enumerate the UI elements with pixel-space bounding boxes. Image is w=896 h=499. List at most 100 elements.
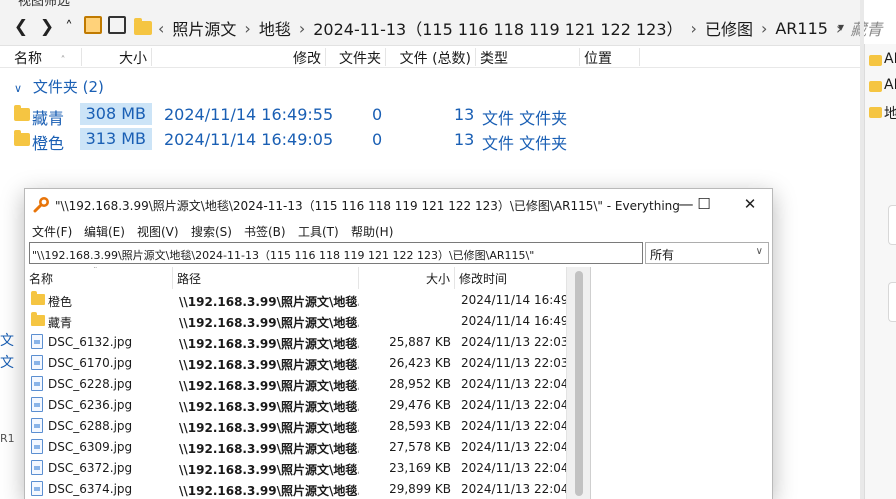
file-result-row[interactable]: DSC_6309.jpg \\192.168.3.99\照片源文\地毯... 27,… xyxy=(25,436,569,457)
close-icon[interactable]: ✕ xyxy=(735,193,765,215)
menu-help[interactable]: 帮助(H) xyxy=(351,223,393,240)
breadcrumb-item[interactable]: AR115 xyxy=(775,19,828,38)
side-card[interactable] xyxy=(888,205,896,245)
result-path: \\192.168.3.99\照片源文\地毯... xyxy=(179,316,359,330)
result-path: \\192.168.3.99\照片源文\地毯... xyxy=(179,421,359,435)
col-name[interactable]: 名称 ˄ xyxy=(25,267,173,289)
results-header: 名称 ˄ 路径 大小 修改时间 xyxy=(25,267,566,289)
scrollbar-thumb[interactable] xyxy=(575,271,583,496)
file-result-row[interactable]: DSC_6228.jpg \\192.168.3.99\照片源文\地毯... 28,… xyxy=(25,373,569,394)
folder-row[interactable]: 橙色 313 MB 2024/11/14 16:49:05 0 13 文件 文件… xyxy=(0,128,600,153)
folder-icon xyxy=(14,105,30,121)
breadcrumb-item[interactable]: 已修图 xyxy=(705,16,753,40)
result-name: DSC_6288.jpg xyxy=(48,419,133,433)
col-modified[interactable]: 修改 xyxy=(152,48,326,67)
result-path: \\192.168.3.99\照片源文\地毯... xyxy=(179,463,359,477)
image-file-icon xyxy=(31,355,43,370)
result-name: DSC_6374.jpg xyxy=(48,482,133,496)
search-input[interactable]: "\\192.168.3.99\照片源文\地毯\2024-11-13（115 1… xyxy=(29,242,643,264)
menu-search[interactable]: 搜索(S) xyxy=(191,223,232,240)
result-name: DSC_6228.jpg xyxy=(48,377,133,391)
right-pane-item-label: AR xyxy=(884,51,896,67)
breadcrumb-item[interactable]: 2024-11-13（115 116 118 119 121 122 123） xyxy=(313,16,682,40)
menu-edit[interactable]: 编辑(E) xyxy=(84,223,125,240)
folder-result-row[interactable]: 橙色 \\192.168.3.99\照片源文\地毯... 2024/11/14 16… xyxy=(25,289,569,310)
result-date: 2024/11/13 22:04 xyxy=(461,398,569,412)
column-header: 名称 ˄ 大小 修改 文件夹 文件 (总数) 类型 位置 xyxy=(0,46,860,68)
breadcrumb-separator-icon: › xyxy=(760,18,768,38)
new-tab-icon[interactable] xyxy=(108,16,126,34)
image-file-icon xyxy=(31,439,43,454)
file-result-row[interactable]: DSC_6236.jpg \\192.168.3.99\照片源文\地毯... 29,… xyxy=(25,394,569,415)
right-pane-item[interactable]: 地 xyxy=(867,102,896,124)
result-path: \\192.168.3.99\照片源文\地毯... xyxy=(179,484,359,498)
preview-pane-icon[interactable] xyxy=(84,16,102,34)
result-name: 橙色 xyxy=(48,295,73,309)
right-pane-item-label: 地 xyxy=(884,106,896,122)
right-pane-item[interactable]: AR xyxy=(867,76,896,98)
image-file-icon xyxy=(31,334,43,349)
file-result-row[interactable]: DSC_6288.jpg \\192.168.3.99\照片源文\地毯... 28,… xyxy=(25,415,569,436)
file-result-row[interactable]: DSC_6372.jpg \\192.168.3.99\照片源文\地毯... 23,… xyxy=(25,457,569,478)
col-modified[interactable]: 修改时间 xyxy=(455,267,566,289)
col-size[interactable]: 大小 xyxy=(82,48,152,67)
result-name: DSC_6372.jpg xyxy=(48,461,133,475)
row-size: 313 MB xyxy=(80,128,152,150)
col-location[interactable]: 位置 xyxy=(580,48,640,67)
top-strip-label: 视图筛选 xyxy=(18,0,71,8)
result-size: 28,593 KB xyxy=(389,419,451,433)
side-card[interactable] xyxy=(888,282,896,322)
file-result-row[interactable]: DSC_6374.jpg \\192.168.3.99\照片源文\地毯... 29,… xyxy=(25,478,569,499)
result-date: 2024/11/13 22:04 xyxy=(461,440,569,454)
results-scrollbar[interactable] xyxy=(566,267,590,499)
result-date: 2024/11/14 16:49 xyxy=(461,314,569,328)
up-icon[interactable]: ˄ xyxy=(58,15,80,39)
result-path: \\192.168.3.99\照片源文\地毯... xyxy=(179,400,359,414)
results-list: 名称 ˄ 路径 大小 修改时间 橙色 \\192.168.3.99\照片源文\地毯… xyxy=(25,267,590,499)
menu-tools[interactable]: 工具(T) xyxy=(298,223,339,240)
menu-bookmarks[interactable]: 书签(B) xyxy=(244,223,286,240)
col-size[interactable]: 大小 xyxy=(359,267,455,289)
breadcrumb-back-icon[interactable]: ‹ xyxy=(158,19,164,38)
row-folder-count: 0 xyxy=(372,130,383,149)
result-name: 藏青 xyxy=(48,316,73,330)
result-name: DSC_6132.jpg xyxy=(48,335,133,349)
file-result-row[interactable]: DSC_6170.jpg \\192.168.3.99\照片源文\地毯... 26,… xyxy=(25,352,569,373)
col-folders[interactable]: 文件夹 xyxy=(326,48,386,67)
folder-icon xyxy=(134,18,152,35)
folder-icon xyxy=(31,312,45,326)
col-path[interactable]: 路径 xyxy=(173,267,359,289)
group-header[interactable]: ∨ 文件夹 (2) xyxy=(14,76,104,97)
title-bar[interactable]: "\\192.168.3.99\照片源文\地毯\2024-11-13（115 1… xyxy=(25,189,772,219)
forward-icon[interactable]: ❯ xyxy=(36,15,58,39)
file-result-row[interactable]: DSC_6132.jpg \\192.168.3.99\照片源文\地毯... 25,… xyxy=(25,331,569,352)
menu-view[interactable]: 视图(V) xyxy=(137,223,179,240)
breadcrumb-item[interactable]: 地毯 xyxy=(259,16,291,40)
breadcrumb-item[interactable]: 照片源文 xyxy=(172,16,236,40)
result-name: DSC_6236.jpg xyxy=(48,398,133,412)
breadcrumb: ‹ 照片源文 › 地毯 › 2024-11-13（115 116 118 119… xyxy=(134,17,882,39)
menu-file[interactable]: 文件(F) xyxy=(32,223,72,240)
right-pane-item[interactable]: AR xyxy=(867,50,896,72)
maximize-icon[interactable]: ☐ xyxy=(689,193,719,215)
col-files-total[interactable]: 文件 (总数) xyxy=(386,48,476,67)
row-size: 308 MB xyxy=(80,103,152,125)
chevron-down-icon: ∨ xyxy=(755,246,763,257)
filter-select[interactable]: 所有 ∨ xyxy=(645,242,769,264)
row-type: 文件 文件夹 xyxy=(482,109,568,128)
folder-row[interactable]: 藏青 308 MB 2024/11/14 16:49:55 0 13 文件 文件… xyxy=(0,103,600,128)
result-path: \\192.168.3.99\照片源文\地毯... xyxy=(179,442,359,456)
col-name-label: 名称 xyxy=(29,272,54,286)
result-path: \\192.168.3.99\照片源文\地毯... xyxy=(179,295,359,309)
back-icon[interactable]: ❮ xyxy=(10,15,32,39)
result-size: 26,423 KB xyxy=(389,356,451,370)
result-size: 29,899 KB xyxy=(389,482,451,496)
col-type[interactable]: 类型 xyxy=(476,48,580,67)
sort-up-icon: ˄ xyxy=(60,55,66,66)
explorer-top-strip: 视图筛选 xyxy=(0,0,860,8)
breadcrumb-item-pending[interactable]: 藏青 xyxy=(850,16,882,40)
chevron-down-icon[interactable]: ▾ xyxy=(838,20,844,34)
folder-result-row[interactable]: 藏青 \\192.168.3.99\照片源文\地毯... 2024/11/14 16… xyxy=(25,310,569,331)
result-path: \\192.168.3.99\照片源文\地毯... xyxy=(179,379,359,393)
col-name[interactable]: 名称 ˄ xyxy=(10,48,82,67)
